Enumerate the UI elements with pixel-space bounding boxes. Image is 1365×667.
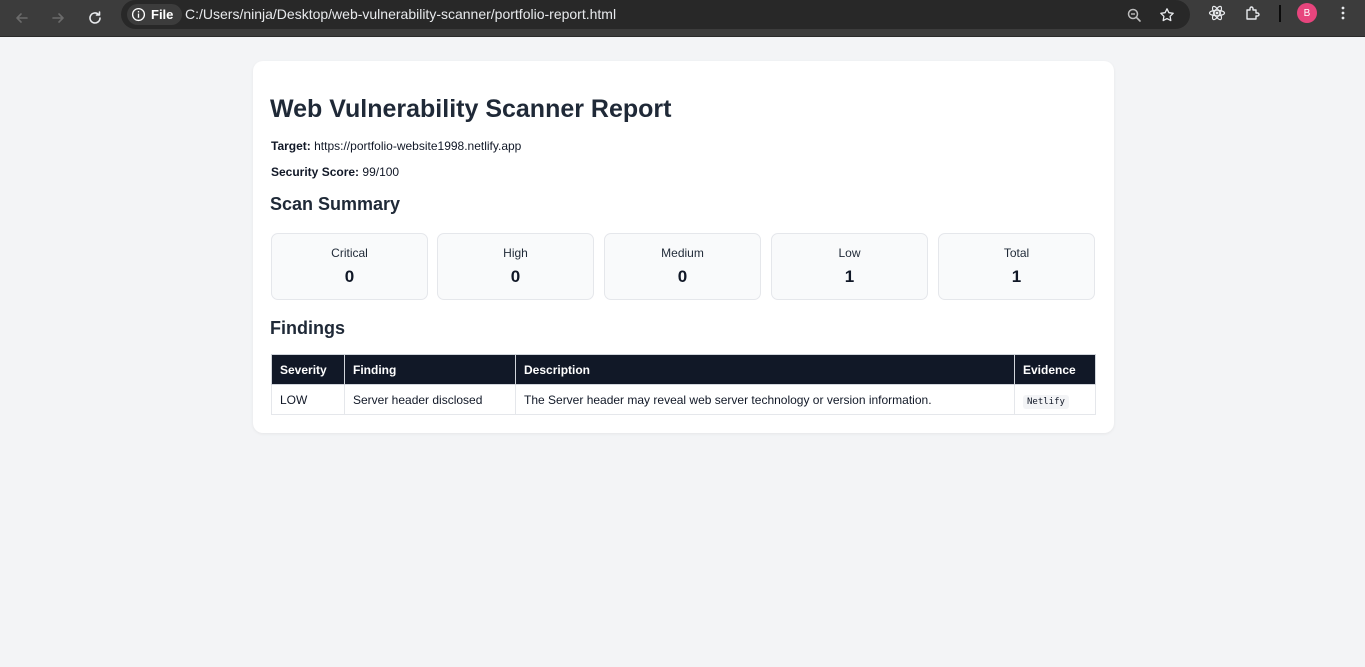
target-value: https://portfolio-website1998.netlify.ap… (314, 139, 522, 153)
column-header-finding: Finding (344, 354, 516, 385)
arrow-right-icon (52, 13, 64, 23)
extensions-button[interactable] (1238, 0, 1268, 28)
url-text[interactable]: C:/Users/ninja/Desktop/web-vulnerability… (185, 6, 616, 22)
toolbar-separator (1279, 5, 1281, 22)
stat-low: Low 1 (771, 233, 928, 300)
security-score-line: Security Score: 99/100 (271, 165, 399, 179)
more-vertical-icon (1341, 6, 1345, 20)
zoom-out-icon (1127, 8, 1141, 22)
forward-button[interactable] (43, 3, 73, 33)
scan-summary-heading: Scan Summary (270, 194, 401, 214)
evidence-cell: Netlify (1014, 384, 1096, 415)
reload-button[interactable] (80, 3, 110, 33)
column-header-description: Description (515, 354, 1015, 385)
table-row: LOW Server header disclosed The Server h… (271, 384, 1096, 415)
stat-value: 0 (344, 267, 355, 286)
stat-label: Critical (331, 246, 368, 260)
findings-heading: Findings (270, 318, 345, 338)
star-icon (1160, 8, 1174, 22)
security-score-value: 99/100 (362, 165, 400, 179)
column-header-evidence: Evidence (1014, 354, 1096, 385)
stat-label: High (503, 246, 528, 260)
puzzle-icon (1246, 6, 1260, 20)
stat-value: 1 (1011, 267, 1022, 286)
findings-table: Severity Finding Description Evidence LO… (271, 354, 1096, 415)
target-line: Target: https://portfolio-website1998.ne… (271, 139, 521, 153)
security-score-label: Security Score: (271, 165, 360, 179)
bookmark-button[interactable] (1156, 4, 1178, 26)
browser-toolbar: File C:/Users/ninja/Desktop/web-vulnerab… (0, 0, 1365, 37)
column-header-severity: Severity (271, 354, 345, 385)
info-icon (131, 7, 146, 22)
stat-total: Total 1 (938, 233, 1095, 300)
stat-value: 0 (510, 267, 521, 286)
stat-label: Total (1003, 246, 1030, 260)
severity-cell: LOW (271, 384, 345, 415)
browser-menu-button[interactable] (1328, 0, 1358, 28)
stat-critical: Critical 0 (271, 233, 428, 300)
target-label: Target: (271, 139, 311, 153)
reload-icon (89, 11, 101, 24)
table-header-row: Severity Finding Description Evidence (271, 354, 1096, 385)
stat-medium: Medium 0 (604, 233, 761, 300)
atom-icon (1208, 5, 1226, 21)
description-cell: The Server header may reveal web server … (515, 384, 1015, 415)
stat-label: Medium (661, 246, 704, 260)
finding-cell: Server header disclosed (344, 384, 516, 415)
react-devtools-extension[interactable] (1202, 0, 1232, 28)
report-card: Web Vulnerability Scanner Report Target:… (253, 61, 1114, 433)
url-scheme-label: File (151, 7, 174, 22)
arrow-left-icon (16, 13, 28, 23)
site-info-chip[interactable]: File (127, 4, 183, 25)
stat-value: 1 (844, 267, 855, 286)
zoom-button[interactable] (1123, 4, 1145, 26)
stat-high: High 0 (437, 233, 594, 300)
back-button[interactable] (7, 3, 37, 33)
evidence-code: Netlify (1023, 394, 1069, 409)
stat-value: 0 (677, 267, 688, 286)
address-bar[interactable]: File C:/Users/ninja/Desktop/web-vulnerab… (121, 0, 1190, 29)
profile-avatar[interactable]: B (1297, 3, 1317, 23)
page-title: Web Vulnerability Scanner Report (270, 95, 672, 123)
stat-label: Low (838, 246, 861, 260)
